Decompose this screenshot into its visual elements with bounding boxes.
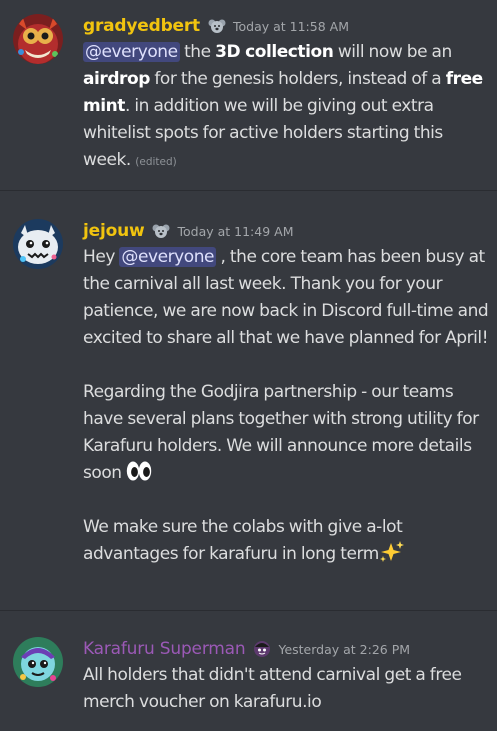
message-divider [0,190,497,191]
message-content: @everyone the 3D collection will now be … [83,42,483,170]
avatar[interactable] [13,14,63,64]
timestamp: Today at 11:49 AM [177,223,294,239]
everyone-mention[interactable]: @everyone [119,247,217,267]
edited-label: (edited) [135,156,177,168]
avatar-badge-icon [253,640,271,658]
everyone-mention[interactable]: @everyone [83,42,180,62]
timestamp: Yesterday at 2:26 PM [278,641,411,657]
koala-badge-icon [152,222,170,240]
message-header: gradyedbert Today at 11:58 AM [83,13,349,39]
message-feed: gradyedbert Today at 11:58 AM @everyone … [0,0,497,731]
message-content: All holders that didn't attend carnival … [83,665,462,712]
message-divider [0,610,497,611]
username[interactable]: Karafuru Superman [83,639,246,659]
avatar[interactable] [13,219,63,269]
username[interactable]: jejouw [83,221,145,241]
avatar[interactable] [13,637,63,687]
username[interactable]: gradyedbert [83,16,200,36]
timestamp: Today at 11:58 AM [232,18,349,34]
eyes-emoji-icon [126,460,152,482]
message-header: Karafuru Superman Yesterday at 2:26 PM [83,636,410,662]
koala-badge-icon [208,17,226,35]
message-header: jejouw Today at 11:49 AM [83,218,293,244]
sparkles-emoji-icon [379,541,405,563]
message-content: Hey @everyone , the core team has been b… [83,247,489,564]
